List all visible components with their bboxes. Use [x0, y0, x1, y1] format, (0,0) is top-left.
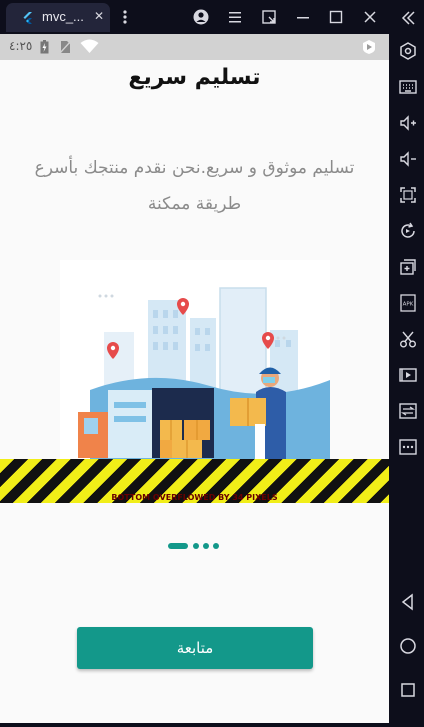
sim-icon	[60, 40, 71, 54]
video-record-icon[interactable]	[398, 365, 418, 385]
tab-title: mvc_...	[42, 9, 84, 24]
home-icon[interactable]	[398, 636, 418, 656]
emulator-title-bar: mvc_... ✕	[0, 0, 389, 34]
battery-charging-icon	[40, 40, 49, 54]
add-screen-icon[interactable]	[398, 257, 418, 277]
recents-icon[interactable]	[398, 680, 418, 700]
overflow-warning-text: BOTTOM OVERFLOWED BY 34 PIXELS	[111, 493, 278, 502]
back-icon[interactable]	[398, 592, 418, 612]
rotate-icon[interactable]	[398, 221, 418, 241]
wifi-icon	[80, 39, 99, 53]
maximize-icon[interactable]	[328, 9, 344, 25]
play-store-icon	[363, 40, 375, 54]
account-icon[interactable]	[193, 9, 209, 25]
scissors-icon[interactable]	[398, 329, 418, 349]
onboarding-screen: تسليم سريع تسليم موثوق و سريع.نحن نقدم م…	[0, 60, 389, 723]
page-indicator-active[interactable]	[168, 543, 188, 549]
fullscreen-icon[interactable]	[398, 185, 418, 205]
flutter-icon	[23, 12, 32, 24]
more-icon[interactable]	[398, 437, 418, 457]
page-indicator-dot[interactable]	[213, 543, 219, 549]
page-indicator-dot[interactable]	[193, 543, 199, 549]
volume-down-icon[interactable]	[398, 149, 418, 169]
close-icon[interactable]	[362, 9, 378, 25]
android-status-bar: ٤:٢٥	[0, 34, 389, 60]
back-double-chevron-icon[interactable]	[398, 8, 418, 28]
overflow-warning-stripe: BOTTOM OVERFLOWED BY 34 PIXELS	[0, 459, 389, 503]
svg-text:APK: APK	[403, 302, 414, 308]
next-button[interactable]: متابعة	[77, 627, 313, 669]
minimize-icon[interactable]	[295, 9, 311, 25]
keyboard-icon[interactable]	[398, 77, 418, 97]
onboarding-title: تسليم سريع	[128, 65, 261, 90]
fit-window-icon[interactable]	[261, 9, 277, 25]
volume-up-icon[interactable]	[398, 113, 418, 133]
emulator-sidebar	[389, 0, 424, 727]
menu-icon[interactable]	[227, 9, 243, 25]
onboarding-description: تسليم موثوق و سريع.نحن نقدم منتجك بأسرع …	[34, 158, 355, 214]
tab-close-icon[interactable]: ✕	[94, 9, 104, 23]
page-indicator-dot[interactable]	[203, 543, 209, 549]
status-time: ٤:٢٥	[9, 39, 33, 53]
settings-hex-icon[interactable]	[398, 41, 418, 61]
app-tab[interactable]: mvc_... ✕	[6, 3, 110, 32]
transfer-icon[interactable]	[398, 401, 418, 421]
window-bottom-border	[0, 723, 389, 727]
more-vertical-icon[interactable]	[117, 9, 133, 25]
apk-icon[interactable]: APK	[398, 293, 418, 313]
